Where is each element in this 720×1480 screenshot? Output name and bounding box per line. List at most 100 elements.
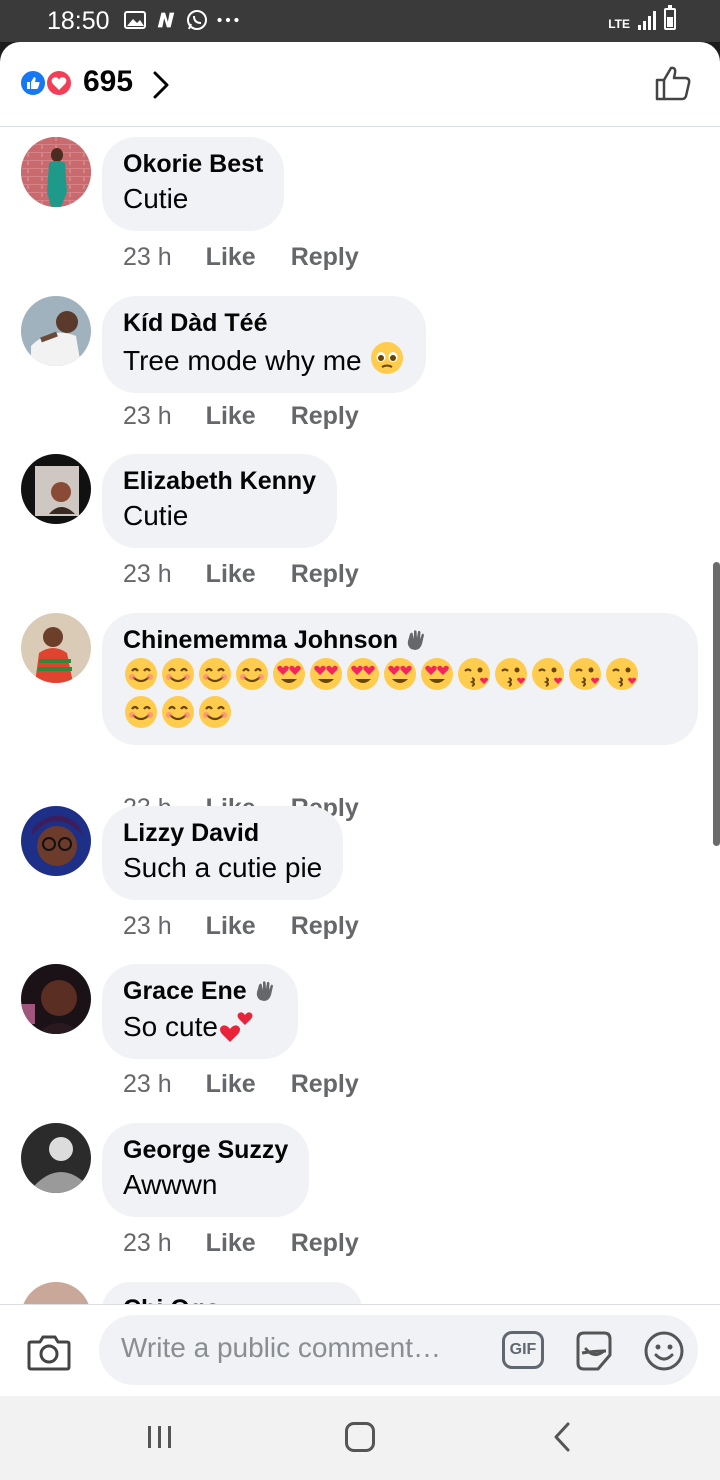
status-time: 18:50 (47, 7, 110, 35)
reply-link[interactable]: Reply (291, 242, 359, 272)
comment-text-content: Tree mode why me (123, 345, 362, 376)
pleading-face-emoji (371, 342, 404, 374)
top-fan-wave-icon (407, 630, 425, 650)
commenter-name-text: Grace Ene (123, 977, 247, 1005)
love-reaction-icon (45, 69, 73, 97)
commenter-name[interactable]: Chinememma Johnson (123, 625, 676, 655)
commenter-name[interactable]: Kíd Dàd Téé (123, 308, 405, 338)
comment-bubble[interactable]: Lizzy David Such a cutie pie (102, 806, 344, 900)
camera-icon[interactable] (27, 1332, 71, 1377)
comments-header: 695 (0, 42, 720, 127)
comment-text: Cutie (123, 183, 189, 214)
back-icon[interactable] (552, 1421, 572, 1458)
avatar[interactable] (21, 296, 91, 366)
comment-text: So cute (123, 1008, 277, 1045)
comments-sheet: 695 Okorie Best Cutie 23 h Like Reply Kí… (0, 42, 720, 1396)
reply-link[interactable]: Reply (291, 1069, 359, 1099)
reply-link[interactable]: Reply (291, 1228, 359, 1258)
emoji-icon[interactable] (642, 1329, 686, 1378)
commenter-name[interactable]: George Suzzy (123, 1135, 288, 1165)
commenter-name[interactable]: Grace Ene (123, 976, 277, 1006)
kiss-emoji (458, 658, 490, 690)
like-link[interactable]: Like (206, 401, 256, 431)
heart-eyes-emoji (384, 658, 416, 690)
like-reaction-icon (19, 69, 47, 97)
heart-eyes-emoji (347, 658, 379, 690)
avatar[interactable] (21, 613, 91, 683)
comment-time: 23 h (123, 402, 172, 430)
emoji-line (123, 655, 676, 693)
system-status: LTE (608, 5, 676, 31)
comment-time: 23 h (123, 912, 172, 940)
chevron-right-icon[interactable] (150, 70, 172, 105)
comment-time: 23 h (123, 243, 172, 271)
heart-eyes-emoji (273, 658, 305, 690)
avatar[interactable] (21, 964, 91, 1034)
top-fan-wave-icon (256, 981, 273, 1001)
like-link[interactable]: Like (206, 911, 256, 941)
comment-time: 23 h (123, 1229, 172, 1257)
smiling-emoji (125, 696, 157, 728)
like-post-button[interactable] (654, 64, 692, 107)
commenter-name[interactable]: Okorie Best (123, 149, 263, 179)
smiling-emoji (125, 658, 157, 690)
network-type: LTE (608, 17, 630, 31)
comment-composer: Write a public comment… GIF (0, 1304, 720, 1396)
like-link[interactable]: Like (206, 1228, 256, 1258)
comment-actions: 23 h Like Reply (123, 1228, 359, 1258)
like-link[interactable]: Like (206, 242, 256, 272)
status-bar: 18:50 LTE (0, 0, 720, 42)
commenter-name[interactable]: Lizzy David (123, 818, 322, 848)
more-notifications-icon (217, 9, 239, 31)
recent-apps-icon[interactable] (146, 1424, 174, 1455)
comment-bubble[interactable]: Elizabeth Kenny Cutie (102, 454, 338, 548)
comment-input[interactable]: Write a public comment… GIF (99, 1315, 698, 1385)
kiss-emoji (569, 658, 601, 690)
scrollbar[interactable] (713, 562, 720, 846)
two-hearts-emoji (219, 1012, 253, 1042)
comment-bubble[interactable]: Kíd Dàd Téé Tree mode why me (102, 296, 427, 393)
smiling-emoji (162, 658, 194, 690)
news-app-icon (155, 9, 177, 31)
kiss-emoji (495, 658, 527, 690)
comment-time: 23 h (123, 560, 172, 588)
comment-text: Such a cutie pie (123, 852, 323, 883)
heart-eyes-emoji (421, 658, 453, 690)
comment-time: 23 h (123, 1070, 172, 1098)
reply-link[interactable]: Reply (291, 559, 359, 589)
comment-text: Tree mode why me (123, 340, 405, 379)
commenter-name[interactable]: Elizabeth Kenny (123, 466, 316, 496)
emoji-line (123, 693, 676, 731)
sticker-icon[interactable] (572, 1329, 616, 1378)
comment-bubble[interactable]: Grace Ene So cute (102, 964, 298, 1059)
comment-text: Cutie (123, 500, 189, 531)
comment-bubble[interactable]: Chinememma Johnson (102, 613, 698, 745)
heart-eyes-emoji (310, 658, 342, 690)
reply-link[interactable]: Reply (291, 401, 359, 431)
comment-text: Awwwn (123, 1169, 218, 1200)
kiss-emoji (606, 658, 638, 690)
smiling-emoji (236, 658, 268, 690)
smiling-emoji (199, 696, 231, 728)
comment-bubble[interactable]: Okorie Best Cutie (102, 137, 285, 231)
comment-bubble[interactable]: George Suzzy Awwwn (102, 1123, 310, 1217)
avatar[interactable] (21, 1123, 91, 1193)
gif-button[interactable]: GIF (502, 1331, 544, 1369)
reaction-count[interactable]: 695 (83, 65, 133, 99)
comment-input-placeholder[interactable]: Write a public comment… (121, 1332, 441, 1364)
reply-link[interactable]: Reply (291, 911, 359, 941)
home-icon[interactable] (345, 1422, 375, 1452)
like-link[interactable]: Like (206, 559, 256, 589)
signal-icon (638, 10, 656, 30)
avatar[interactable] (21, 137, 91, 207)
avatar[interactable] (21, 806, 91, 876)
comment-text-content: So cute (123, 1011, 218, 1042)
comment-actions: 23 h Like Reply (123, 401, 359, 431)
commenter-name-text: Chinememma Johnson (123, 626, 399, 654)
whatsapp-icon (186, 9, 208, 31)
system-nav-bar (0, 1396, 720, 1480)
avatar[interactable] (21, 454, 91, 524)
comment-actions: 23 h Like Reply (123, 242, 359, 272)
comment-actions: 23 h Like Reply (123, 1069, 359, 1099)
like-link[interactable]: Like (206, 1069, 256, 1099)
